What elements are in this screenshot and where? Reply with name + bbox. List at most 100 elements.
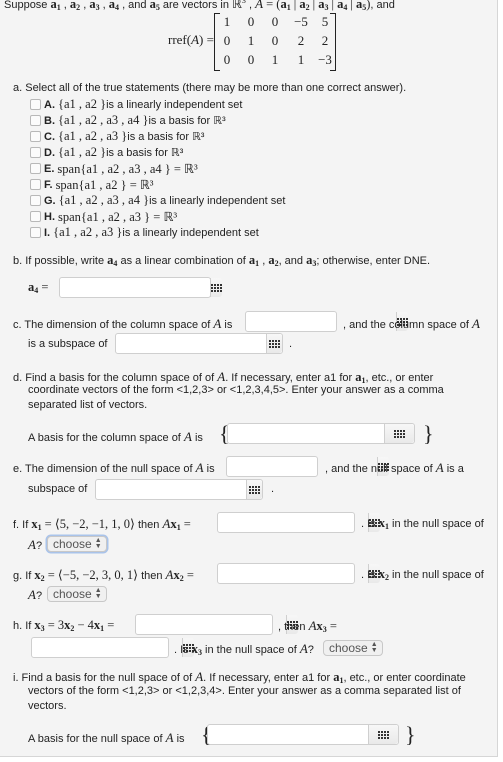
checkbox[interactable] xyxy=(30,131,41,142)
option-a[interactable]: A. {a1 , a2 } is a linearly independent s… xyxy=(30,97,242,112)
part-b-text-2: as a linear combination of xyxy=(120,255,246,267)
option-math: span{a1 , a2 , a3 } = ℝ³ xyxy=(58,209,178,224)
option-c[interactable]: C. {a1 , a2 , a3 } is a basis for ℝ³ xyxy=(30,129,204,144)
part-d-l1b: . If necessary, enter a1 for xyxy=(225,372,353,384)
part-c-is: is xyxy=(224,319,233,331)
column-space-subspace-field xyxy=(115,333,283,354)
checkbox[interactable] xyxy=(30,99,41,110)
part-a-prompt: a. Select all of the true statements (th… xyxy=(13,82,407,94)
matrix-cell: 1 xyxy=(297,52,305,67)
part-h-text-3: . Is x3 in the null space of A? xyxy=(174,641,314,657)
column-space-subspace-input[interactable] xyxy=(116,334,266,353)
part-h-null: in the null space of xyxy=(205,644,297,656)
part-d-l1c: , etc., or enter xyxy=(365,372,434,384)
part-f-if: f. If xyxy=(13,519,29,531)
option-g[interactable]: G. {a1 , a2 , a3 , a4 } is a linearly ind… xyxy=(30,193,285,208)
Ax1-input[interactable] xyxy=(218,513,368,532)
part-h-text-1: h. If x3 = 3x2 − 4x1 = xyxy=(13,618,115,633)
x2-null-space-select[interactable]: choose ▲ ▼ xyxy=(47,586,107,602)
option-d[interactable]: D. {a1 , a2 } is a basis for ℝ³ xyxy=(30,145,183,160)
select-value: choose xyxy=(329,641,368,655)
select-value: choose xyxy=(53,537,92,551)
option-math: {a1 , a2 } xyxy=(58,145,107,159)
select-value: choose xyxy=(53,587,92,601)
option-math: {a1 , a2 } xyxy=(58,97,107,111)
checkbox[interactable] xyxy=(30,195,41,206)
x3-input[interactable] xyxy=(136,615,286,634)
matrix-cell: −5 xyxy=(294,14,308,29)
keypad-button[interactable] xyxy=(368,725,398,744)
a4-label: a4 = xyxy=(28,280,49,295)
part-b-text-1: b. If possible, write xyxy=(13,255,105,267)
column-space-basis-input[interactable] xyxy=(228,424,384,443)
checkbox[interactable] xyxy=(30,163,41,174)
option-letter: G. xyxy=(44,194,56,207)
option-letter: I. xyxy=(44,226,51,239)
option-text: is a linearly independent set xyxy=(122,226,259,239)
matrix-cell: 0 xyxy=(223,52,231,67)
space-dim: 3 xyxy=(241,0,246,5)
option-math: {a1 , a2 , a3 } xyxy=(58,129,128,143)
option-letter: A. xyxy=(44,98,55,111)
null-space-basis-input[interactable] xyxy=(208,725,368,744)
checkbox[interactable] xyxy=(30,147,41,158)
option-text: is a basis for ℝ³ xyxy=(106,147,184,159)
checkbox[interactable] xyxy=(30,211,41,222)
part-c-text-3: is a subspace of xyxy=(28,338,108,350)
part-d-l1a: d. Find a basis for the column space of … xyxy=(13,372,215,384)
part-g-then: then xyxy=(141,570,163,582)
part-f-A: A? xyxy=(28,537,43,552)
intro-are-vectors: are vectors in xyxy=(162,0,229,11)
part-b-text-3: , and xyxy=(278,255,304,267)
option-e[interactable]: E. span{a1 , a2 , a3 , a4 } = ℝ³ xyxy=(30,161,198,176)
part-c-and: , and the column space of xyxy=(343,319,469,331)
x3-null-space-select[interactable]: choose ▲ ▼ xyxy=(323,640,383,656)
part-h-then: , then xyxy=(278,621,306,633)
matrix-cell: 1 xyxy=(271,52,279,67)
Ax3-field xyxy=(31,637,194,658)
option-text: is a basis for ℝ³ xyxy=(148,115,226,127)
x1-null-space-select[interactable]: choose ▲ ▼ xyxy=(47,536,107,552)
matrix-cell: 0 xyxy=(271,14,279,29)
part-c-lead: c. The dimension of the column space of xyxy=(13,319,211,331)
option-letter: E. xyxy=(44,162,55,175)
part-i-line-1: i. Find a basis for the null space of of… xyxy=(13,669,466,685)
keypad-button[interactable] xyxy=(246,480,262,499)
null-space-subspace-input[interactable] xyxy=(96,480,246,499)
Ax3-input[interactable] xyxy=(32,638,182,657)
keypad-button[interactable] xyxy=(210,278,222,297)
option-math: {a1 , a2 , a3 , a4 } xyxy=(58,193,150,207)
part-i-label-text: A basis for the null space of xyxy=(28,733,163,745)
part-e-and: , and the null space of xyxy=(325,463,433,475)
close-brace: } xyxy=(423,421,434,446)
part-h-is: . Is xyxy=(174,644,189,656)
rref-label: rref(A) = xyxy=(168,32,214,47)
option-h[interactable]: H. span{a1 , a2 , a3 } = ℝ³ xyxy=(30,209,177,224)
keypad-icon xyxy=(211,283,222,292)
a4-answer-field xyxy=(59,277,222,298)
part-f-text-2: . Is x1 in the null space of xyxy=(361,516,484,531)
part-i-line-3: vectors. xyxy=(28,700,67,712)
option-i[interactable]: I. {a1 , a2 , a3 } is a linearly independ… xyxy=(30,225,259,240)
part-i-line-2: vectors of the form <1,2,3> or <1,2,3,4>… xyxy=(28,685,461,697)
matrix-cell: 0 xyxy=(247,14,255,29)
keypad-button[interactable] xyxy=(266,334,282,353)
option-b[interactable]: B. {a1 , a2 , a3 , a4 } is a basis for ℝ³ xyxy=(30,113,226,128)
checkbox[interactable] xyxy=(30,227,41,238)
a4-input[interactable] xyxy=(60,278,210,297)
Ax1-field xyxy=(217,512,380,533)
part-g-null: in the null space of xyxy=(392,569,484,581)
option-f[interactable]: F. span{a1 , a2 } = ℝ³ xyxy=(30,177,154,192)
keypad-button[interactable] xyxy=(384,424,414,443)
checkbox[interactable] xyxy=(30,179,41,190)
select-arrows-icon: ▲ ▼ xyxy=(94,537,102,550)
intro-text: Suppose a1 , a2 , a3 , a4 , and a5 are v… xyxy=(4,0,395,12)
Ax2-input[interactable] xyxy=(218,564,368,583)
matrix-cell: 0 xyxy=(271,33,279,48)
null-space-subspace-field xyxy=(95,479,263,500)
option-letter: F. xyxy=(44,178,53,191)
part-c-period: . xyxy=(289,338,293,350)
checkbox[interactable] xyxy=(30,115,41,126)
part-e-isa: is a xyxy=(446,463,464,475)
option-math: span{a1 , a2 } = ℝ³ xyxy=(55,177,154,192)
